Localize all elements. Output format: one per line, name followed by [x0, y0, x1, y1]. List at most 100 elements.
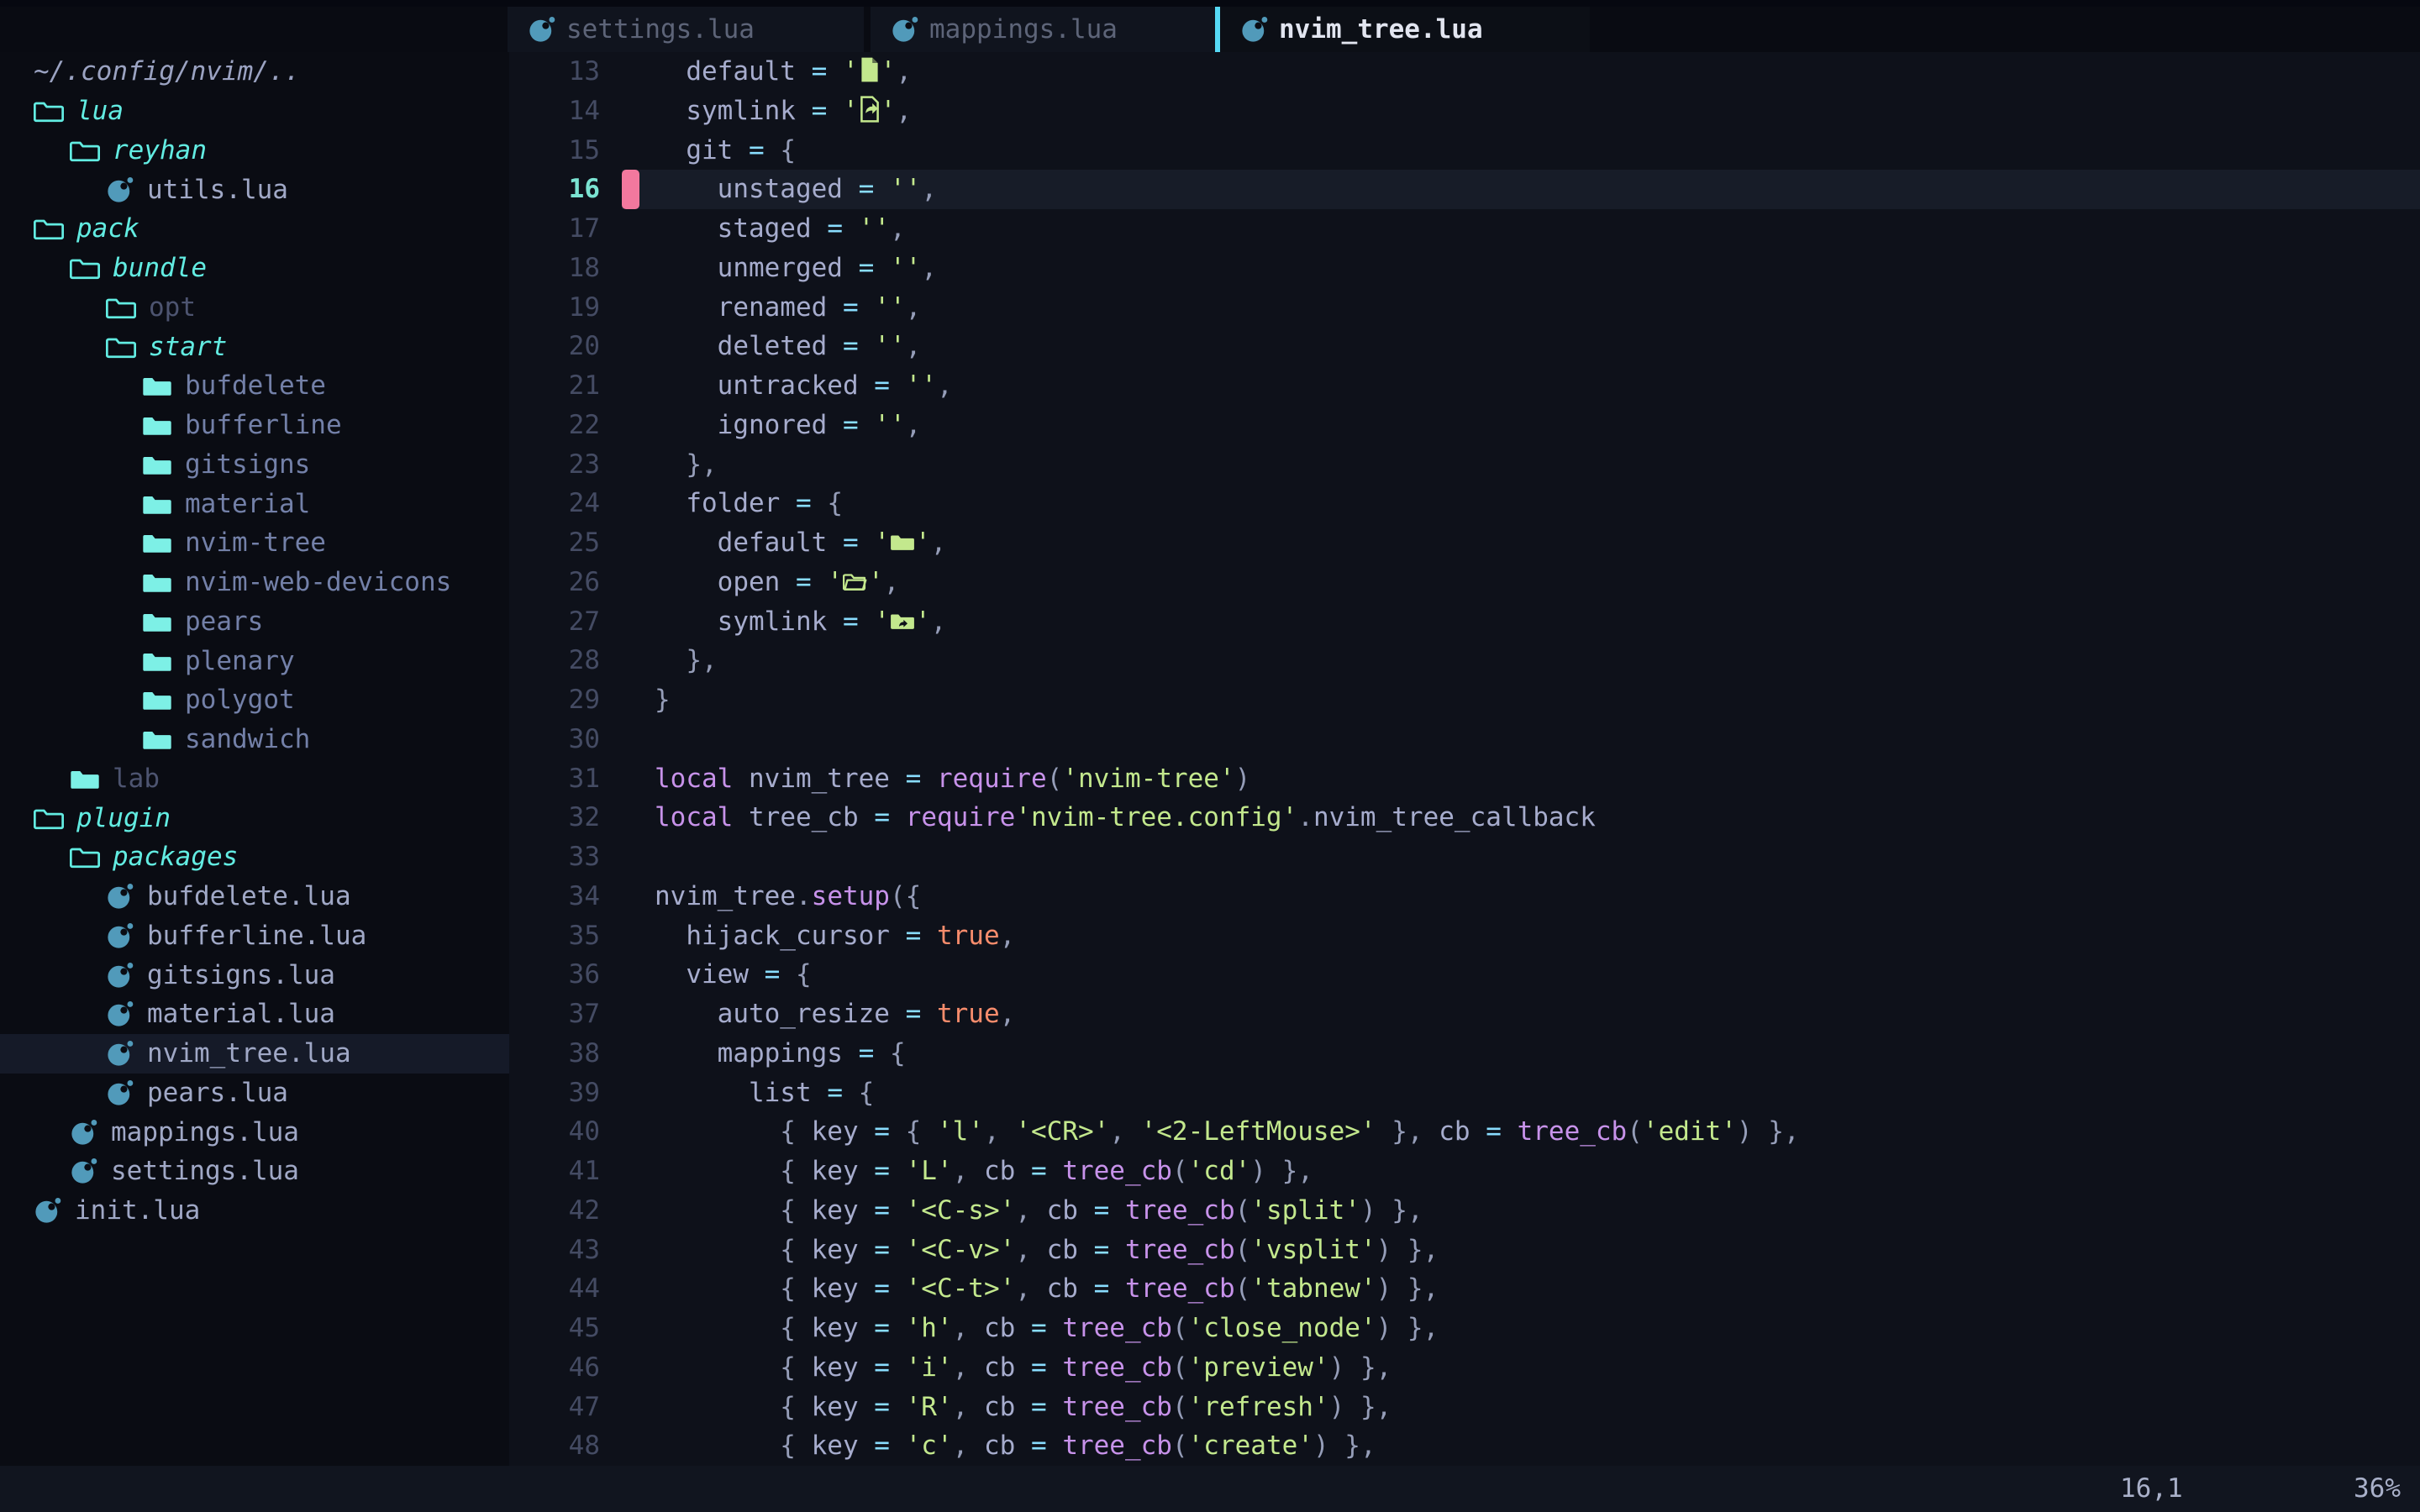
sign-column	[622, 837, 646, 877]
editor-line-28[interactable]: 28 },	[509, 641, 2420, 680]
lua-icon	[106, 882, 134, 911]
tree-item-pears.lua[interactable]: pears.lua	[0, 1074, 509, 1113]
line-body: view = {	[622, 955, 2420, 995]
code-text: { key = 'R', cb = tree_cb('refresh') },	[655, 1388, 1392, 1427]
editor-line-34[interactable]: 34nvim_tree.setup({	[509, 877, 2420, 916]
tree-item-material.lua[interactable]: material.lua	[0, 995, 509, 1034]
folder-icon	[890, 526, 915, 551]
tab-nvim_tree.lua[interactable]: nvim_tree.lua	[1220, 7, 1590, 52]
sign-column	[622, 1388, 646, 1427]
editor-line-42[interactable]: 42 { key = '<C-s>', cb = tree_cb('split'…	[509, 1191, 2420, 1231]
editor-line-26[interactable]: 26 open = '',	[509, 563, 2420, 602]
editor-line-45[interactable]: 45 { key = 'h', cb = tree_cb('close_node…	[509, 1309, 2420, 1348]
editor-line-24[interactable]: 24 folder = {	[509, 484, 2420, 523]
lua-icon	[70, 1157, 98, 1185]
line-number: 39	[509, 1074, 622, 1113]
sign-column	[622, 131, 646, 171]
editor-line-41[interactable]: 41 { key = 'L', cb = tree_cb('cd') },	[509, 1152, 2420, 1191]
tree-item-bufdelete[interactable]: bufdelete	[0, 366, 509, 406]
editor-line-48[interactable]: 48 { key = 'c', cb = tree_cb('create') }…	[509, 1426, 2420, 1466]
tree-item-mappings.lua[interactable]: mappings.lua	[0, 1112, 509, 1152]
tree-item-gitsigns.lua[interactable]: gitsigns.lua	[0, 955, 509, 995]
editor-line-36[interactable]: 36 view = {	[509, 955, 2420, 995]
lua-icon	[70, 1118, 98, 1147]
tree-item-opt[interactable]: opt	[0, 288, 509, 328]
tree-item-pack[interactable]: pack	[0, 209, 509, 249]
tree-item-label: plugin	[76, 803, 171, 833]
tree-item-bundle[interactable]: bundle	[0, 249, 509, 288]
tree-item-polygot[interactable]: polygot	[0, 680, 509, 720]
code-text: symlink = '',	[655, 92, 912, 131]
tree-item-plenary[interactable]: plenary	[0, 641, 509, 680]
code-text: },	[655, 641, 718, 680]
tree-item-lab[interactable]: lab	[0, 759, 509, 799]
code-text: { key = 'L', cb = tree_cb('cd') },	[655, 1152, 1313, 1191]
tree-item-sandwich[interactable]: sandwich	[0, 720, 509, 759]
tree-item-label: nvim-tree	[185, 528, 326, 558]
code-text: git = {	[655, 131, 796, 171]
editor-line-16[interactable]: 16 unstaged = '',	[509, 170, 2420, 209]
editor-line-25[interactable]: 25 default = '',	[509, 523, 2420, 563]
sign-column	[622, 602, 646, 642]
tree-item-bufferline[interactable]: bufferline	[0, 406, 509, 445]
editor-line-23[interactable]: 23 },	[509, 445, 2420, 485]
tree-item-lua[interactable]: lua	[0, 92, 509, 131]
editor-line-29[interactable]: 29}	[509, 680, 2420, 720]
editor-line-22[interactable]: 22 ignored = '',	[509, 406, 2420, 445]
tree-item-bufferline.lua[interactable]: bufferline.lua	[0, 916, 509, 956]
editor-line-44[interactable]: 44 { key = '<C-t>', cb = tree_cb('tabnew…	[509, 1269, 2420, 1309]
editor-line-15[interactable]: 15 git = {	[509, 131, 2420, 171]
editor-line-43[interactable]: 43 { key = '<C-v>', cb = tree_cb('vsplit…	[509, 1231, 2420, 1270]
editor-line-47[interactable]: 47 { key = 'R', cb = tree_cb('refresh') …	[509, 1388, 2420, 1427]
editor-line-37[interactable]: 37 auto_resize = true,	[509, 995, 2420, 1034]
editor-line-33[interactable]: 33	[509, 837, 2420, 877]
sign-column	[622, 92, 646, 131]
tree-item-nvim-web-devicons[interactable]: nvim-web-devicons	[0, 563, 509, 602]
editor-line-20[interactable]: 20 deleted = '',	[509, 327, 2420, 366]
tree-item-plugin[interactable]: plugin	[0, 798, 509, 837]
editor-line-32[interactable]: 32local tree_cb = require'nvim-tree.conf…	[509, 798, 2420, 837]
tree-item-label: pears.lua	[147, 1078, 288, 1108]
editor-line-35[interactable]: 35 hijack_cursor = true,	[509, 916, 2420, 956]
tree-item-label: start	[149, 332, 227, 362]
tree-item-utils.lua[interactable]: utils.lua	[0, 170, 509, 209]
sign-column	[622, 1231, 646, 1270]
editor-line-38[interactable]: 38 mappings = {	[509, 1034, 2420, 1074]
code-text: { key = { 'l', '<CR>', '<2-LeftMouse>' }…	[655, 1112, 1800, 1152]
editor-line-27[interactable]: 27 symlink = '',	[509, 602, 2420, 642]
tree-item-material[interactable]: material	[0, 484, 509, 523]
line-number: 32	[509, 798, 622, 837]
tree-item-bufdelete.lua[interactable]: bufdelete.lua	[0, 877, 509, 916]
tree-item-nvim_tree.lua[interactable]: nvim_tree.lua	[0, 1034, 509, 1074]
tab-mappings.lua[interactable]: mappings.lua	[871, 7, 1215, 52]
lua-icon	[106, 961, 134, 990]
line-body: list = {	[622, 1074, 2420, 1113]
folder-filled-icon	[70, 764, 100, 793]
editor-line-13[interactable]: 13 default = '',	[509, 52, 2420, 92]
tree-item-pears[interactable]: pears	[0, 602, 509, 642]
tree-item-nvim-tree[interactable]: nvim-tree	[0, 523, 509, 563]
editor-line-31[interactable]: 31local nvim_tree = require('nvim-tree')	[509, 759, 2420, 799]
tree-item-settings.lua[interactable]: settings.lua	[0, 1152, 509, 1191]
line-number: 29	[509, 680, 622, 720]
tree-item-start[interactable]: start	[0, 327, 509, 366]
tree-item-label: material	[185, 489, 310, 519]
editor-line-14[interactable]: 14 symlink = '',	[509, 92, 2420, 131]
editor-line-18[interactable]: 18 unmerged = '',	[509, 249, 2420, 288]
editor-line-40[interactable]: 40 { key = { 'l', '<CR>', '<2-LeftMouse>…	[509, 1112, 2420, 1152]
tree-item-reyhan[interactable]: reyhan	[0, 131, 509, 171]
tree-item-packages[interactable]: packages	[0, 837, 509, 877]
tree-item-init.lua[interactable]: init.lua	[0, 1191, 509, 1231]
editor-line-19[interactable]: 19 renamed = '',	[509, 288, 2420, 328]
editor-line-30[interactable]: 30	[509, 720, 2420, 759]
editor-line-21[interactable]: 21 untracked = '',	[509, 366, 2420, 406]
tree-item-label: material.lua	[147, 999, 335, 1029]
line-body: ignored = '',	[622, 406, 2420, 445]
tree-item-gitsigns[interactable]: gitsigns	[0, 445, 509, 485]
tab-settings.lua[interactable]: settings.lua	[508, 7, 864, 52]
editor-line-39[interactable]: 39 list = {	[509, 1074, 2420, 1113]
editor-line-17[interactable]: 17 staged = '',	[509, 209, 2420, 249]
editor-line-46[interactable]: 46 { key = 'i', cb = tree_cb('preview') …	[509, 1348, 2420, 1388]
line-body: { key = 'h', cb = tree_cb('close_node') …	[622, 1309, 2420, 1348]
line-body: hijack_cursor = true,	[622, 916, 2420, 956]
